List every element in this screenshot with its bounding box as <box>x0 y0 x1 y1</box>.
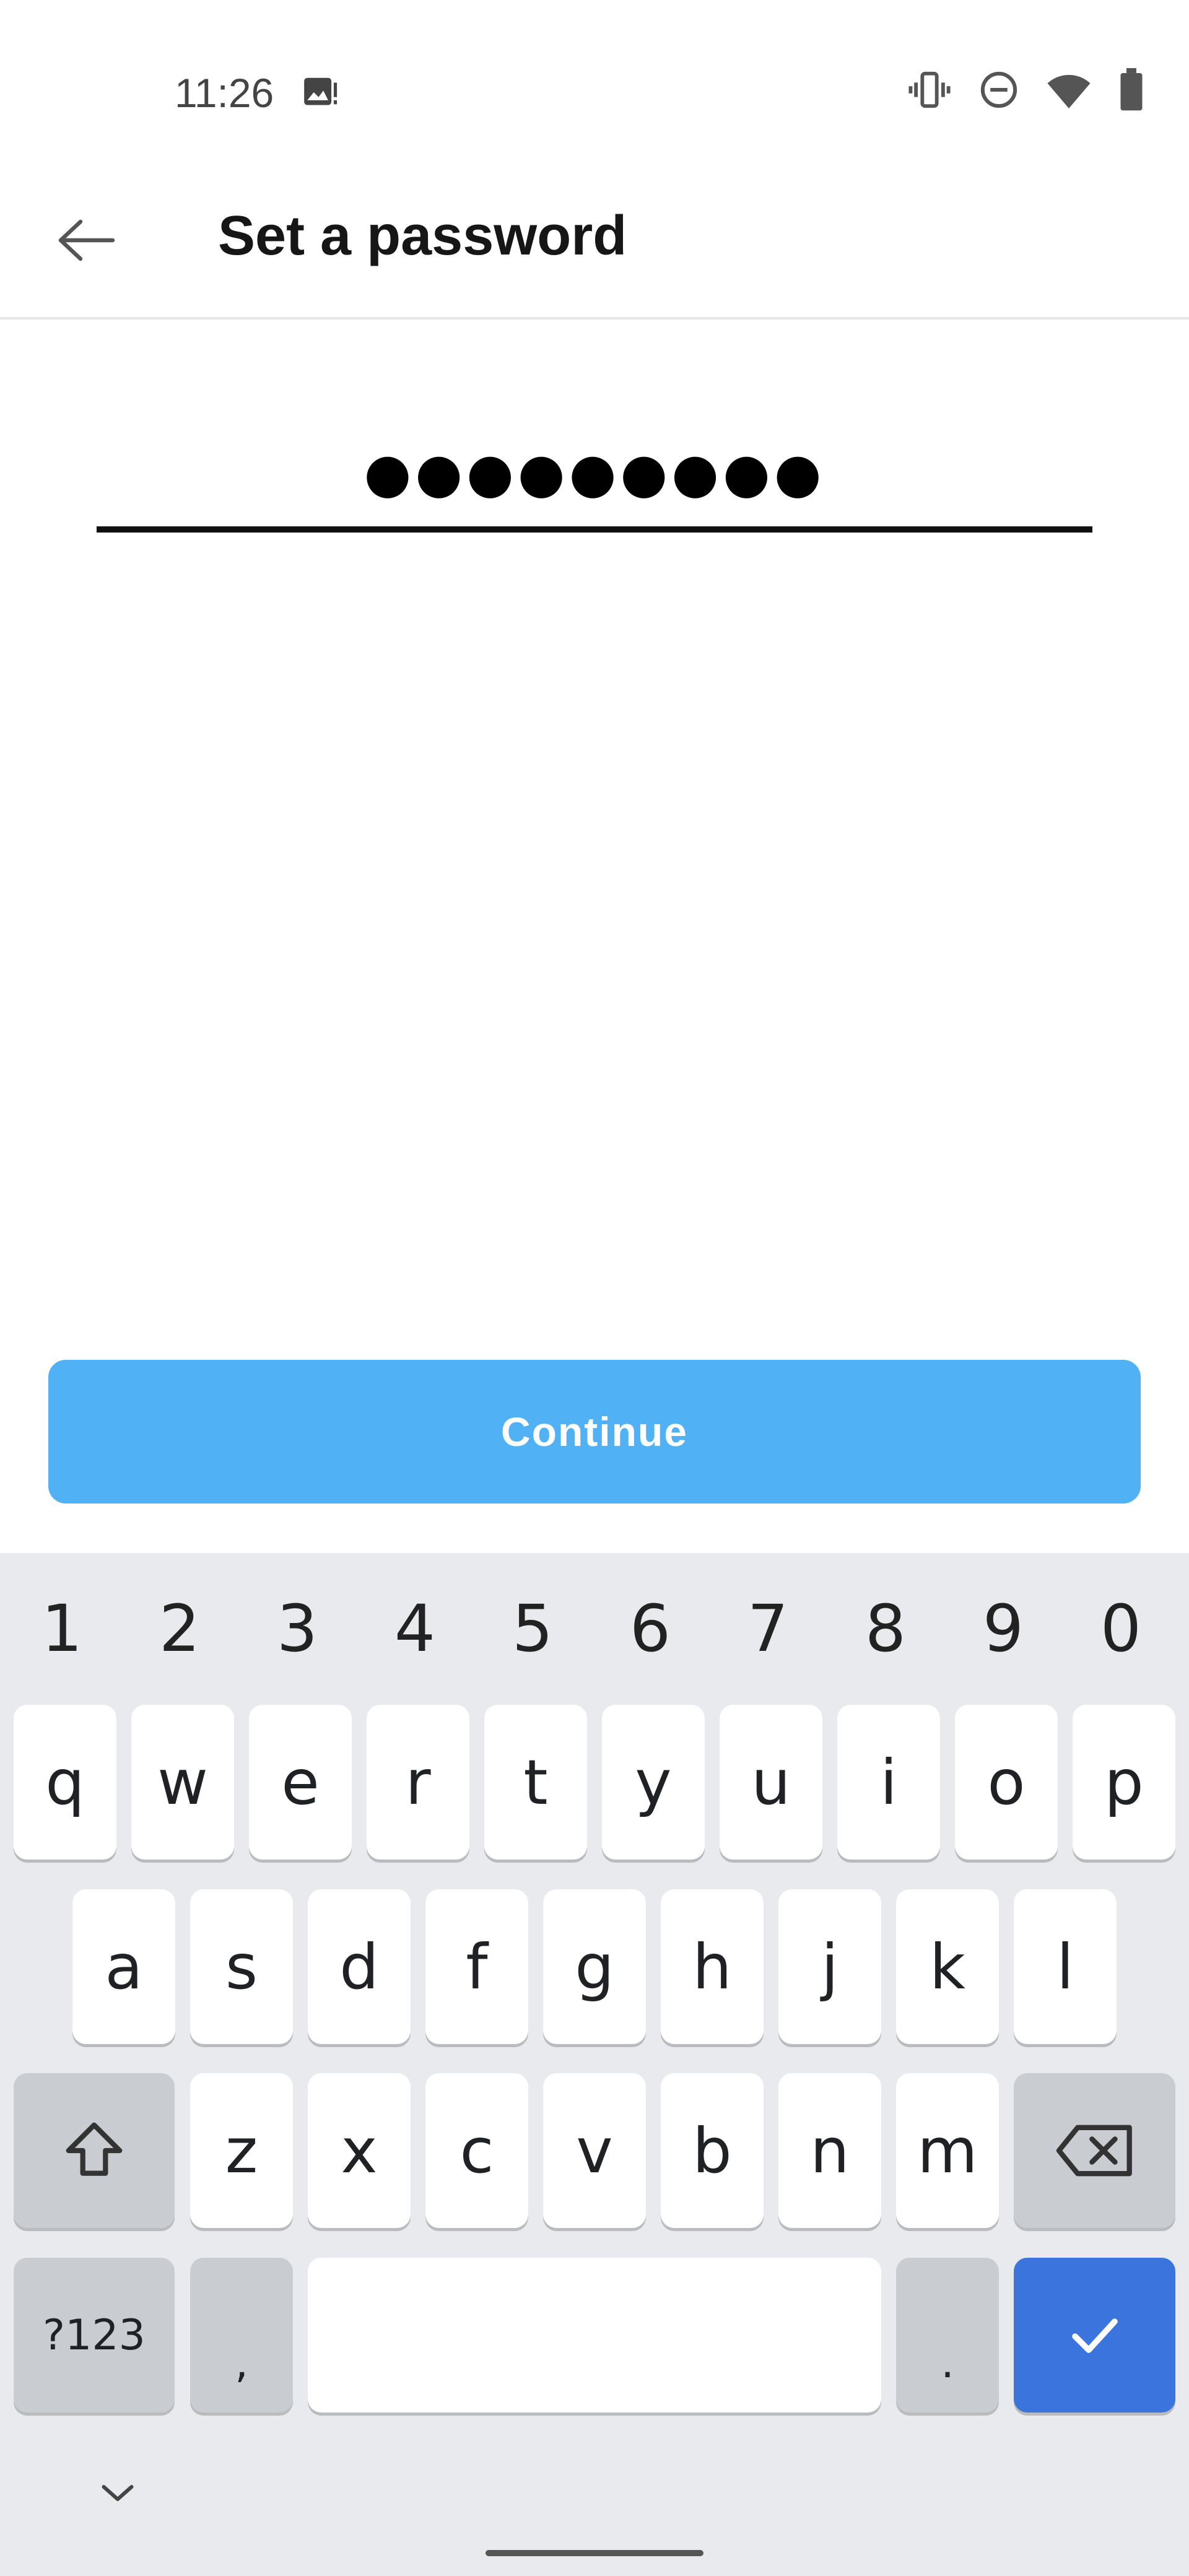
key-u[interactable]: u <box>720 1705 822 1860</box>
backspace-key[interactable] <box>1014 2073 1175 2228</box>
key-6[interactable]: 6 <box>591 1591 709 1666</box>
password-input[interactable]: ●●●●●●●●● <box>97 409 1092 533</box>
key-g[interactable]: g <box>543 1889 646 2044</box>
symbols-key[interactable]: ?123 <box>14 2258 175 2413</box>
key-b[interactable]: b <box>661 2073 764 2228</box>
continue-button[interactable]: Continue <box>48 1360 1141 1503</box>
key-3[interactable]: 3 <box>238 1591 356 1666</box>
key-z[interactable]: z <box>190 2073 293 2228</box>
key-c[interactable]: c <box>425 2073 528 2228</box>
space-key[interactable] <box>308 2258 881 2413</box>
key-p[interactable]: p <box>1073 1705 1175 1860</box>
key-l[interactable]: l <box>1014 1889 1117 2044</box>
key-1[interactable]: 1 <box>3 1591 121 1666</box>
symbols-key-label: ?123 <box>43 2310 146 2360</box>
key-5[interactable]: 5 <box>474 1591 591 1666</box>
shift-icon <box>66 2122 123 2176</box>
key-t[interactable]: t <box>484 1705 587 1860</box>
password-masked-value: ●●●●●●●●● <box>364 441 825 505</box>
vibrate-icon <box>908 68 951 111</box>
key-h[interactable]: h <box>661 1889 764 2044</box>
soft-keyboard: 1 2 3 4 5 6 7 8 9 0 q w e r t y u i o p … <box>0 1553 1189 2576</box>
photo-icon <box>301 73 339 111</box>
enter-key[interactable] <box>1014 2258 1175 2413</box>
key-8[interactable]: 8 <box>827 1591 944 1666</box>
key-q[interactable]: q <box>14 1705 116 1860</box>
period-key-label: . <box>941 2339 954 2388</box>
key-k[interactable]: k <box>896 1889 999 2044</box>
status-bar: 11:26 <box>0 0 1189 161</box>
key-2[interactable]: 2 <box>121 1591 238 1666</box>
key-m[interactable]: m <box>896 2073 999 2228</box>
hide-keyboard-button[interactable] <box>93 2474 142 2512</box>
do-not-disturb-icon <box>978 69 1019 110</box>
back-button[interactable] <box>43 199 130 281</box>
app-bar: Set a password <box>0 161 1189 320</box>
key-w[interactable]: w <box>131 1705 234 1860</box>
battery-icon <box>1118 68 1144 111</box>
status-time: 11:26 <box>175 70 274 116</box>
key-x[interactable]: x <box>308 2073 411 2228</box>
key-a[interactable]: a <box>72 1889 175 2044</box>
key-s[interactable]: s <box>190 1889 293 2044</box>
key-e[interactable]: e <box>249 1705 352 1860</box>
key-j[interactable]: j <box>778 1889 881 2044</box>
continue-label: Continue <box>501 1409 688 1455</box>
arrow-left-icon <box>58 219 115 261</box>
key-0[interactable]: 0 <box>1062 1591 1180 1666</box>
key-y[interactable]: y <box>602 1705 705 1860</box>
key-4[interactable]: 4 <box>356 1591 474 1666</box>
key-d[interactable]: d <box>308 1889 411 2044</box>
chevron-down-icon <box>102 2485 134 2501</box>
key-i[interactable]: i <box>837 1705 940 1860</box>
keyboard-number-row: 1 2 3 4 5 6 7 8 9 0 <box>0 1591 1189 1666</box>
navigation-handle[interactable] <box>486 2550 703 2556</box>
key-o[interactable]: o <box>955 1705 1058 1860</box>
key-7[interactable]: 7 <box>709 1591 827 1666</box>
status-icons <box>908 68 1144 111</box>
key-r[interactable]: r <box>367 1705 469 1860</box>
backspace-icon <box>1056 2125 1132 2177</box>
checkmark-icon <box>1071 2318 1118 2353</box>
shift-key[interactable] <box>14 2073 175 2228</box>
page-title: Set a password <box>218 205 627 267</box>
comma-key[interactable]: , <box>190 2258 293 2413</box>
key-f[interactable]: f <box>425 1889 528 2044</box>
key-9[interactable]: 9 <box>944 1591 1062 1666</box>
key-v[interactable]: v <box>543 2073 646 2228</box>
key-n[interactable]: n <box>778 2073 881 2228</box>
period-key[interactable]: . <box>896 2258 999 2413</box>
wifi-icon <box>1047 69 1091 110</box>
comma-key-label: , <box>235 2339 248 2388</box>
